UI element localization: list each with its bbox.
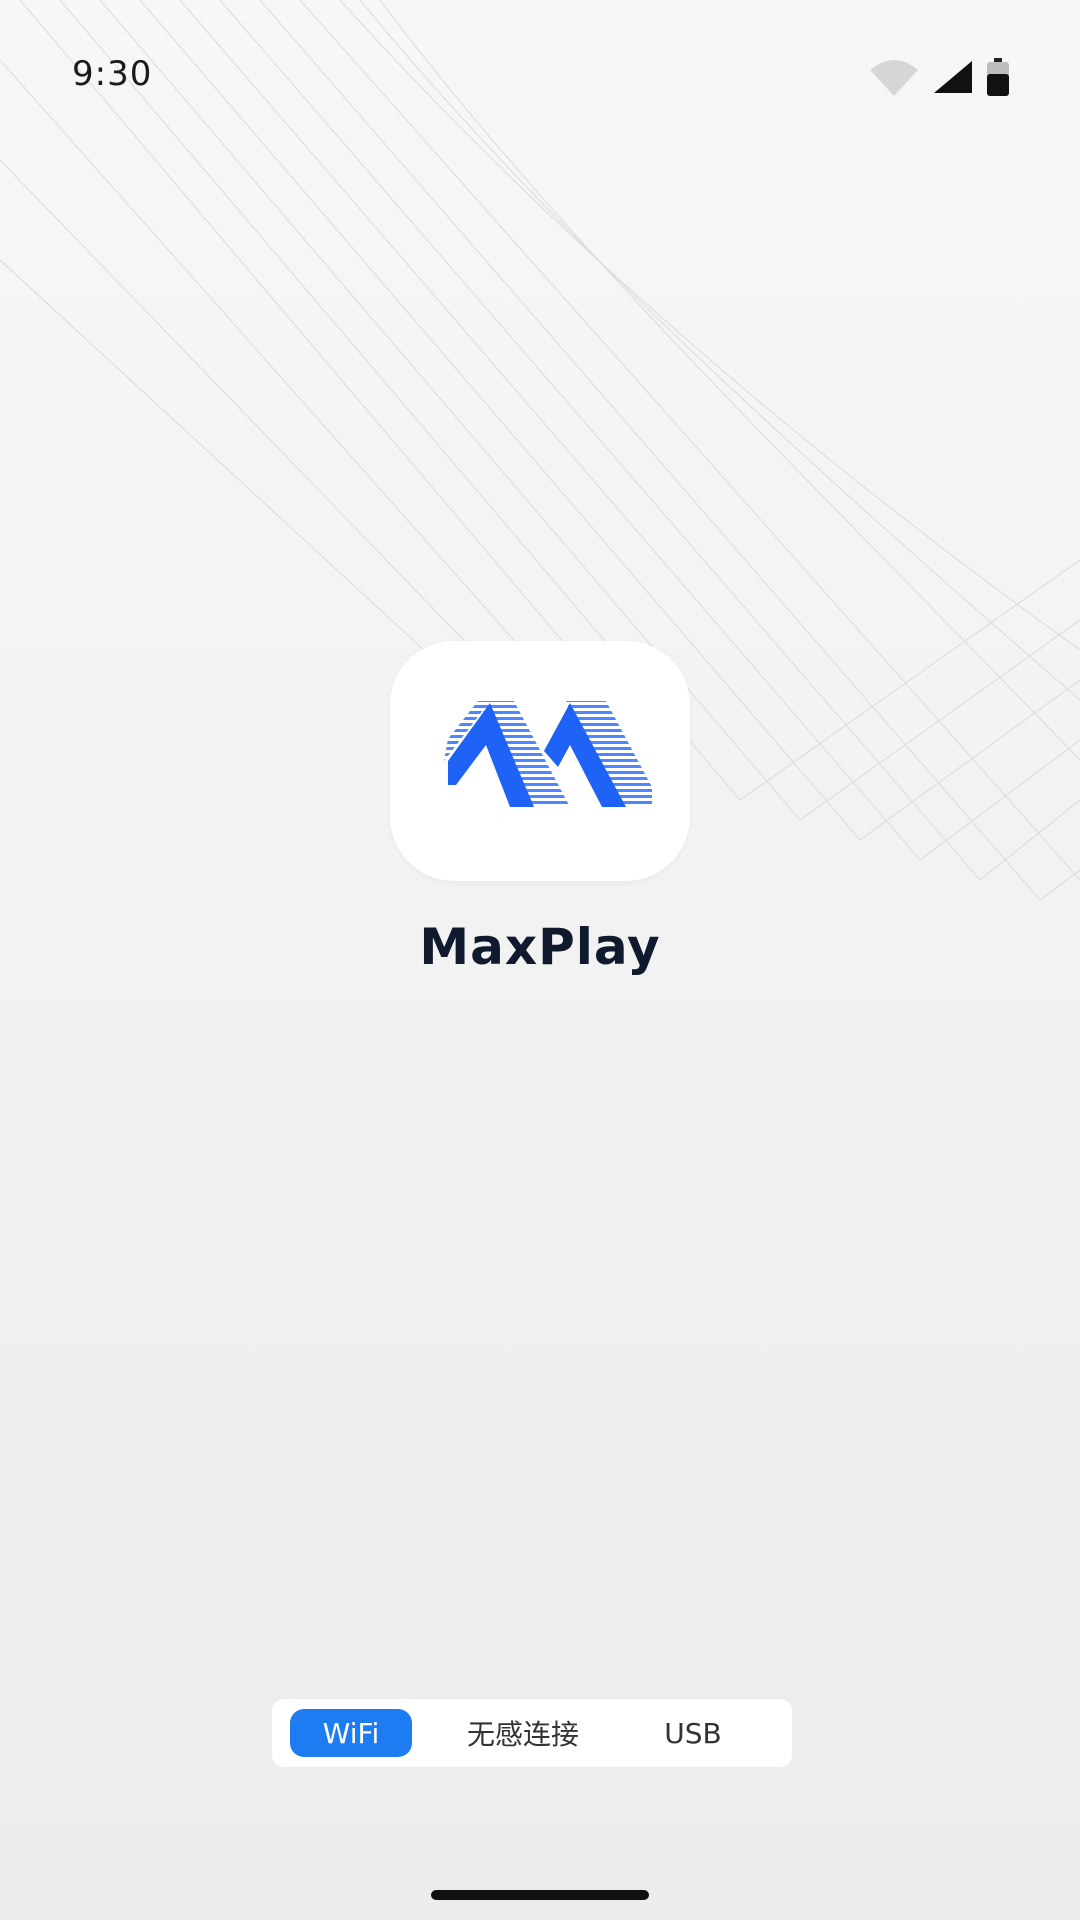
tab-usb[interactable]: USB — [628, 1709, 758, 1757]
status-icons — [868, 58, 1010, 96]
battery-icon — [987, 58, 1009, 96]
cellular-signal-icon — [934, 61, 972, 93]
home-indicator[interactable] — [431, 1890, 649, 1900]
app-name: MaxPlay — [419, 918, 661, 976]
status-bar: 9:30 — [0, 0, 1080, 150]
maxplay-logo-icon — [444, 701, 652, 807]
connection-mode-switch: WiFi 无感连接 USB — [272, 1699, 792, 1767]
wifi-icon — [870, 60, 918, 96]
tab-wifi[interactable]: WiFi — [290, 1709, 412, 1757]
app-icon — [390, 641, 690, 881]
tab-seamless-connect[interactable]: 无感连接 — [418, 1709, 628, 1757]
status-time: 9:30 — [72, 54, 153, 94]
